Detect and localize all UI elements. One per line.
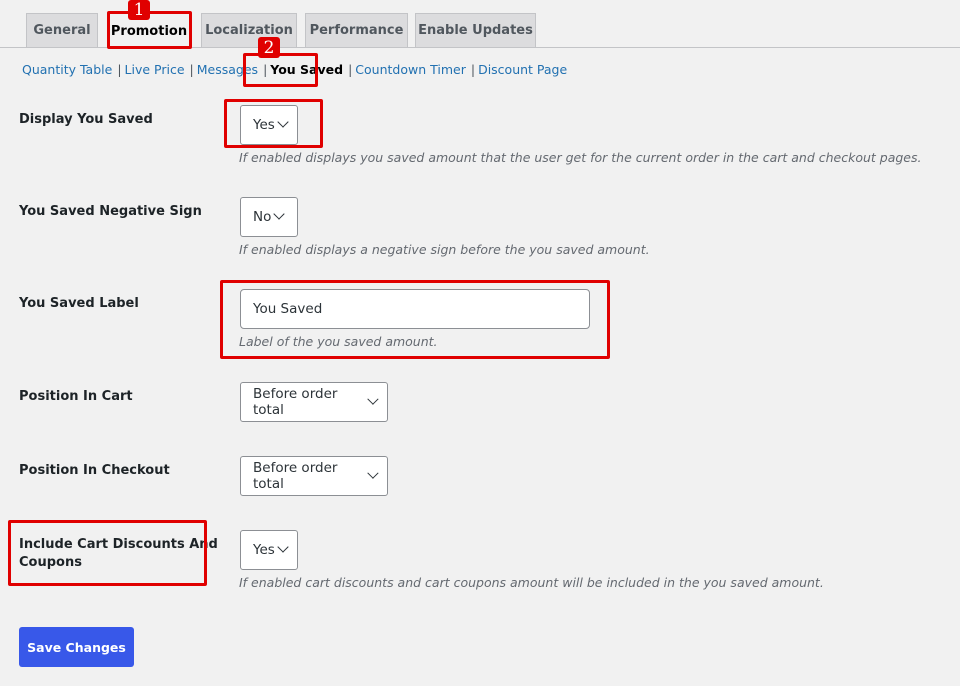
chevron-down-icon: [277, 541, 289, 553]
include-cart-discounts-description: If enabled cart discounts and cart coupo…: [239, 575, 824, 590]
tab-enable-updates[interactable]: Enable Updates: [415, 13, 536, 47]
you-saved-label-label: You Saved Label: [19, 296, 139, 311]
chevron-down-icon: [273, 208, 286, 220]
select-value: Before order total: [253, 460, 338, 492]
tab-localization[interactable]: Localization: [201, 13, 297, 47]
subnav-countdown-timer[interactable]: Countdown Timer: [355, 62, 466, 77]
negative-sign-label: You Saved Negative Sign: [19, 204, 202, 219]
highlight-box-label-input: [220, 280, 610, 359]
highlight-box-include-label: [8, 520, 207, 586]
step-badge-2: 2: [258, 37, 280, 58]
chevron-down-icon: [367, 393, 379, 405]
save-changes-button[interactable]: Save Changes: [19, 627, 134, 667]
subnav-separator: |: [117, 62, 122, 77]
select-value: Before order total: [253, 386, 338, 418]
subnav-separator: |: [470, 62, 476, 77]
display-you-saved-description: If enabled displays you saved amount tha…: [239, 150, 922, 165]
select-value: No: [253, 209, 272, 225]
highlight-box-you-saved: [243, 53, 318, 87]
subnav-quantity-table[interactable]: Quantity Table: [22, 62, 112, 77]
subnav-separator: |: [348, 62, 353, 77]
subnav-discount-page[interactable]: Discount Page: [478, 62, 567, 77]
position-in-checkout-label: Position In Checkout: [19, 463, 170, 478]
negative-sign-description: If enabled displays a negative sign befo…: [239, 242, 650, 257]
position-in-checkout-select[interactable]: Before order total: [240, 456, 388, 496]
negative-sign-select[interactable]: No: [240, 197, 298, 237]
subnav-separator: |: [189, 62, 194, 77]
highlight-box-display-select: [224, 99, 323, 148]
step-badge-1: 1: [128, 0, 150, 20]
tab-general[interactable]: General: [26, 13, 98, 47]
position-in-cart-label: Position In Cart: [19, 389, 133, 404]
select-value: Yes: [253, 542, 275, 558]
subnav-live-price[interactable]: Live Price: [125, 62, 185, 77]
position-in-cart-select[interactable]: Before order total: [240, 382, 388, 422]
include-cart-discounts-select[interactable]: Yes: [240, 530, 298, 570]
chevron-down-icon: [367, 467, 379, 479]
display-you-saved-label: Display You Saved: [19, 112, 153, 127]
tab-performance[interactable]: Performance: [305, 13, 408, 47]
